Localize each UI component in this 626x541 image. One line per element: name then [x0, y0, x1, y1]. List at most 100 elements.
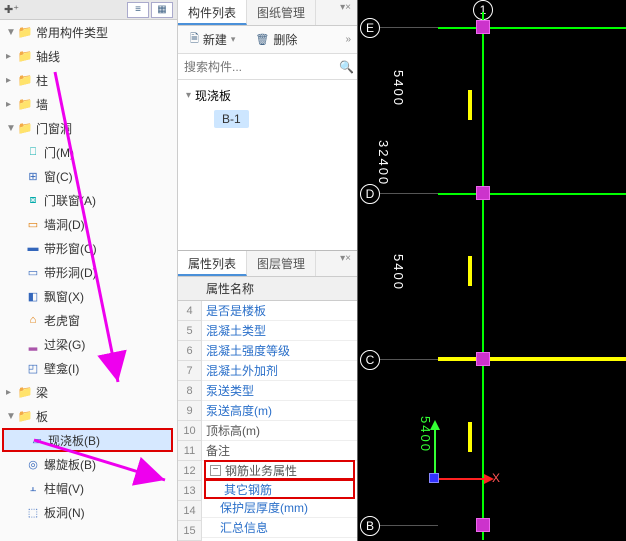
tab-layer-mgmt[interactable]: 图层管理 — [247, 251, 316, 276]
tab-component-list[interactable]: 构件列表 — [178, 0, 247, 25]
prop-row-8[interactable]: 泵送类型 — [202, 381, 357, 401]
grid-label-b: B — [360, 516, 380, 536]
folder-icon: 📁 — [18, 409, 32, 423]
prop-row-13[interactable]: 其它钢筋 — [204, 479, 355, 499]
new-button[interactable]: 🗎 新建 ▾ — [184, 28, 241, 51]
tree-label: 梁 — [36, 384, 48, 401]
prop-idx: 5 — [178, 321, 202, 341]
grid-view-icon[interactable]: ▦ — [151, 2, 173, 18]
tree-item-14[interactable]: ◰ 壁龛(I) — [0, 356, 177, 380]
tree-item-6[interactable]: ⊞窗(C) — [0, 164, 177, 188]
panel-close-icon[interactable]: ▾× — [334, 0, 357, 25]
delete-icon: 🗑 — [255, 33, 269, 46]
more-icon[interactable]: » — [345, 34, 351, 45]
grid-label-e: E — [360, 18, 380, 38]
prop-row-5[interactable]: 混凝土类型 — [202, 321, 357, 341]
folder-icon: 📁 — [18, 25, 32, 39]
prop-idx: 13 — [178, 481, 202, 501]
prop-label: 汇总信息 — [220, 519, 268, 536]
tree-item-19[interactable]: ⫠柱帽(V) — [0, 476, 177, 500]
tree-label: 墙洞(D) — [44, 216, 85, 233]
tree-item-15[interactable]: ▸📁梁 — [0, 380, 177, 404]
folder-icon: 📁 — [18, 385, 32, 399]
prop-label: 其它钢筋 — [224, 481, 272, 498]
tree-item-7[interactable]: ⧈门联窗(A) — [0, 188, 177, 212]
dim-32400: 32400 — [376, 140, 391, 186]
sidebar-header: ✚⁺ ≡ ▦ — [0, 0, 177, 20]
prop-idx: 10 — [178, 421, 202, 441]
prop-row-12[interactable]: −钢筋业务属性 — [204, 460, 355, 480]
tree-item-16[interactable]: ▼📁板 — [0, 404, 177, 428]
prop-label: 泵送类型 — [206, 382, 254, 399]
dim-5400-2: 5400 — [391, 254, 406, 291]
cap-icon: ⫠ — [26, 481, 40, 495]
grid-label-c: C — [360, 350, 380, 370]
component-type-tree-panel: ✚⁺ ≡ ▦ ▼📁常用构件类型▸📁轴线▸📁柱▸📁墙▼📁门窗洞⎕门(M)⊞窗(C)… — [0, 0, 178, 541]
search-row: 🔍 — [178, 54, 357, 80]
tree-label: 过梁(G) — [44, 336, 85, 353]
prop-row-9[interactable]: 泵送高度(m) — [202, 401, 357, 421]
tree-label: 老虎窗 — [44, 312, 80, 329]
prop-idx: 14 — [178, 501, 202, 521]
tree-item-18[interactable]: ◎螺旋板(B) — [0, 452, 177, 476]
prop-row-10[interactable]: 顶标高(m) — [202, 421, 357, 441]
tree-item-4[interactable]: ▼📁门窗洞 — [0, 116, 177, 140]
prop-row-4[interactable]: 是否是楼板 — [202, 301, 357, 321]
tree-label: 窗(C) — [44, 168, 73, 185]
tree-item-8[interactable]: ▭墙洞(D) — [0, 212, 177, 236]
search-input[interactable] — [184, 60, 339, 74]
prop-label: 混凝土外加剂 — [206, 362, 278, 379]
prop-idx: 12 — [178, 461, 202, 481]
cad-viewport[interactable]: E D C B 1 5400 32400 5400 5400 — [358, 0, 626, 541]
prop-panel-close-icon[interactable]: ▾× — [334, 251, 357, 276]
prop-row-15[interactable]: 汇总信息 — [202, 518, 357, 538]
niche-icon: ◰ — [26, 361, 40, 375]
tree-label: 飘窗(X) — [44, 288, 84, 305]
slabhole-icon: ⬚ — [26, 505, 40, 519]
prop-row-6[interactable]: 混凝土强度等级 — [202, 341, 357, 361]
list-view-icon[interactable]: ≡ — [127, 2, 149, 18]
tree-label: 板 — [36, 408, 48, 425]
tree-label: 壁龛(I) — [44, 360, 79, 377]
tree-label: 门窗洞 — [36, 120, 72, 137]
middle-column: 构件列表 图纸管理 ▾× 🗎 新建 ▾ 🗑 删除 » 🔍 ▾ 现浇板 — [178, 0, 358, 541]
tree-label: 现浇板(B) — [48, 432, 100, 449]
tab-property-list[interactable]: 属性列表 — [178, 251, 247, 276]
component-root-node[interactable]: ▾ 现浇板 — [186, 84, 349, 106]
prop-label: 保护层厚度(mm) — [220, 499, 308, 516]
prop-row-7[interactable]: 混凝土外加剂 — [202, 361, 357, 381]
prop-idx: 6 — [178, 341, 202, 361]
tree-item-9[interactable]: ▬带形窗(C) — [0, 236, 177, 260]
tree-label: 墙 — [36, 96, 48, 113]
tree-item-1[interactable]: ▸📁轴线 — [0, 44, 177, 68]
tab-drawing-mgmt[interactable]: 图纸管理 — [247, 0, 316, 25]
search-icon[interactable]: 🔍 — [339, 60, 354, 74]
new-file-icon: 🗎 — [190, 30, 199, 49]
prop-label: 泵送高度(m) — [206, 402, 272, 419]
new-icon[interactable]: ✚⁺ — [4, 3, 19, 16]
tree-item-11[interactable]: ◧飘窗(X) — [0, 284, 177, 308]
slab-icon: ▱ — [30, 433, 44, 447]
prop-row-11[interactable]: 备注 — [202, 441, 357, 461]
property-table: 456789101112131415是否是楼板混凝土类型混凝土强度等级混凝土外加… — [178, 301, 357, 541]
tree-item-12[interactable]: ⌂老虎窗 — [0, 308, 177, 332]
component-instance-b1[interactable]: B-1 — [214, 110, 249, 128]
tree-item-3[interactable]: ▸📁墙 — [0, 92, 177, 116]
tree-item-17[interactable]: ▱ 现浇板(B) — [2, 428, 173, 452]
prop-idx: 9 — [178, 401, 202, 421]
doorwin-icon: ⧈ — [26, 193, 40, 207]
delete-button[interactable]: 🗑 删除 — [249, 29, 303, 50]
tree-item-2[interactable]: ▸📁柱 — [0, 68, 177, 92]
spiral-icon: ◎ — [26, 457, 40, 471]
tree-item-20[interactable]: ⬚板洞(N) — [0, 500, 177, 524]
tree-label: 轴线 — [36, 48, 60, 65]
prop-row-14[interactable]: 保护层厚度(mm) — [202, 498, 357, 518]
tree-item-0[interactable]: ▼📁常用构件类型 — [0, 20, 177, 44]
prop-label: 顶标高(m) — [206, 422, 260, 439]
prop-idx: 7 — [178, 361, 202, 381]
tree-item-5[interactable]: ⎕门(M) — [0, 140, 177, 164]
tree-item-13[interactable]: ▂过梁(G) — [0, 332, 177, 356]
dim-5400-1: 5400 — [391, 70, 406, 107]
tree-item-10[interactable]: ▭带形洞(D) — [0, 260, 177, 284]
expand-icon[interactable]: − — [210, 465, 221, 476]
